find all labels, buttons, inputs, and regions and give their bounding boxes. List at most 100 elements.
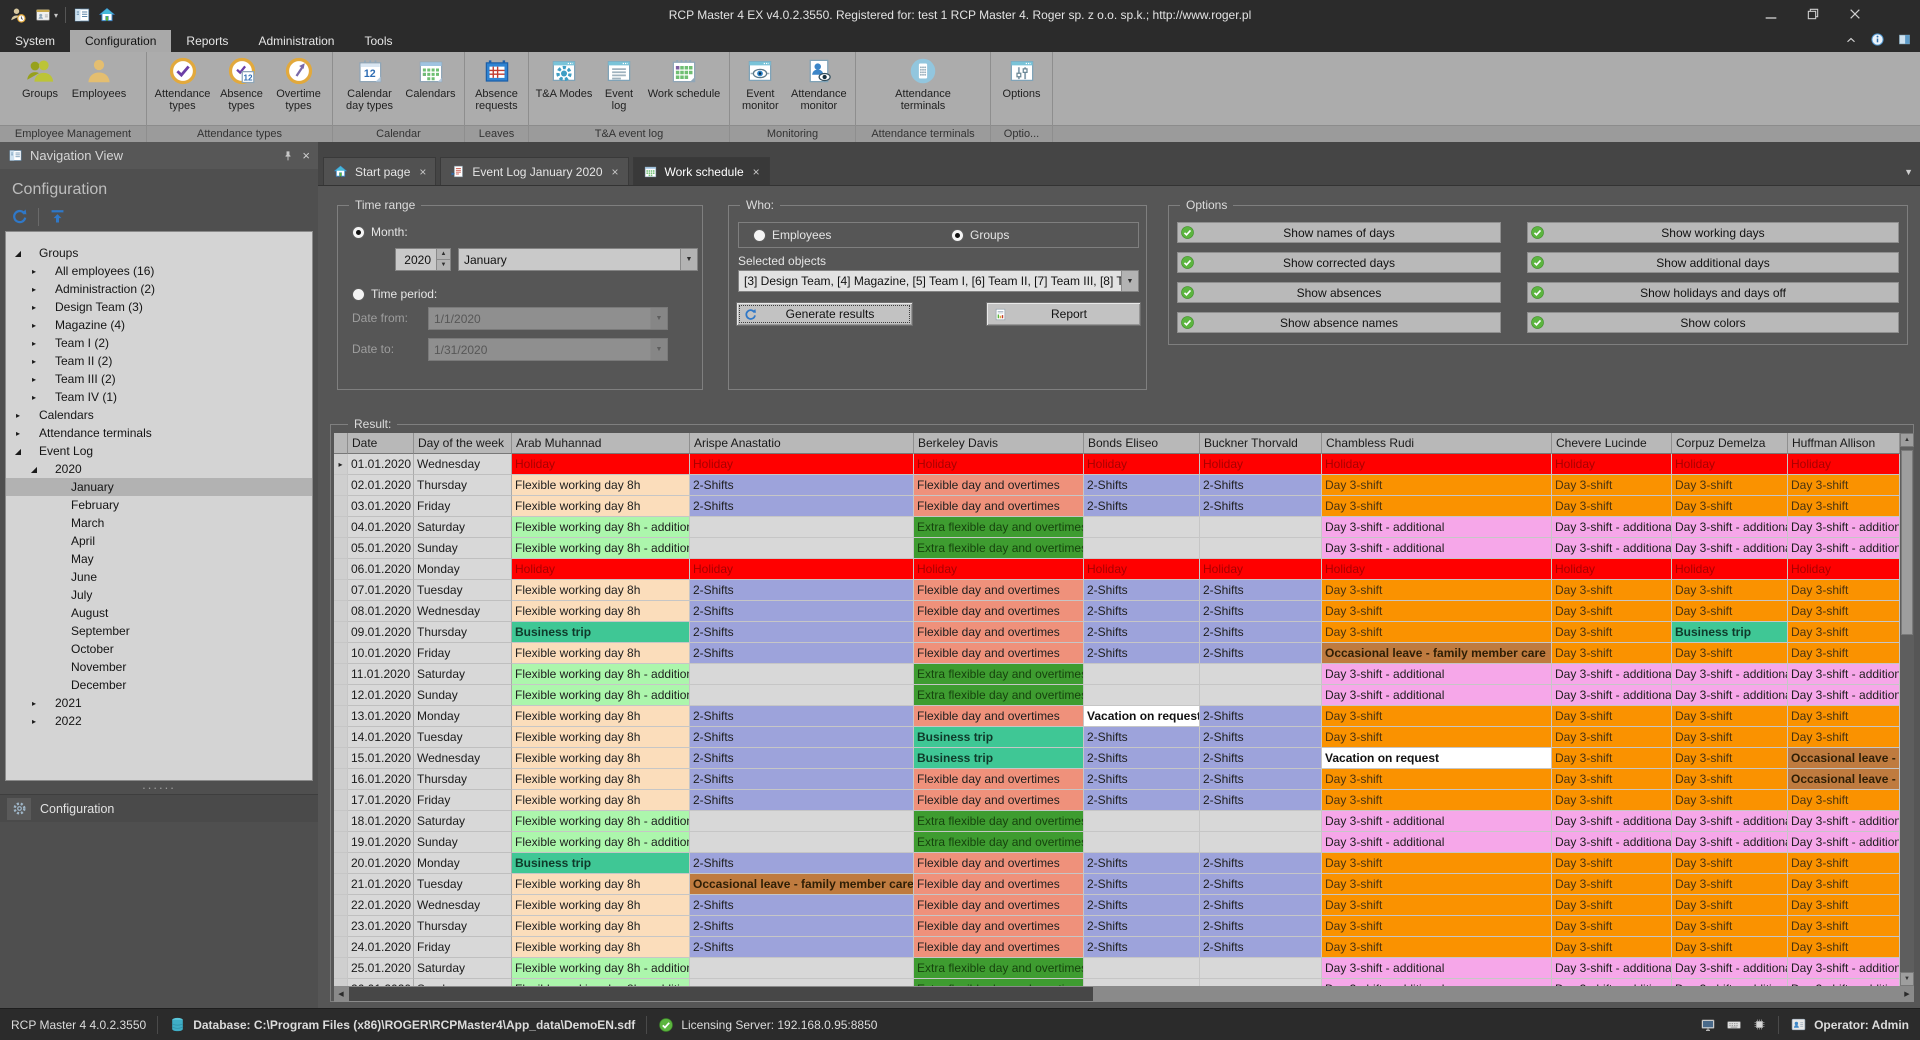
time-period-radio[interactable] — [352, 288, 365, 301]
schedule-cell[interactable]: 2-Shifts — [690, 496, 914, 517]
tree-expand-icon[interactable]: ▸ — [28, 699, 40, 708]
schedule-cell[interactable]: Flexible working day 8h - additional — [512, 811, 690, 832]
horizontal-scroll-thumb[interactable] — [349, 987, 1093, 1001]
tree-expand-icon[interactable]: ▸ — [28, 321, 40, 330]
schedule-cell[interactable] — [1200, 979, 1322, 986]
schedule-cell[interactable] — [690, 958, 914, 979]
schedule-cell[interactable]: Flexible day and overtimes — [914, 622, 1084, 643]
ribbon-item-absence-requests[interactable]: Absence requests — [469, 56, 524, 113]
schedule-cell[interactable] — [690, 664, 914, 685]
ribbon-item-attendance-types[interactable]: Attendance types — [152, 56, 214, 113]
schedule-cell[interactable]: Extra flexible day and overtimes — [914, 811, 1084, 832]
day-cell[interactable]: Sunday — [414, 832, 512, 853]
row-marker[interactable]: ▸ — [334, 454, 348, 475]
row-marker[interactable] — [334, 811, 348, 832]
tree-item-team-ii-2[interactable]: ▸Team II (2) — [6, 352, 312, 370]
ribbon-item-employees[interactable]: Employees — [66, 56, 132, 100]
schedule-cell[interactable]: Day 3-shift — [1552, 937, 1672, 958]
schedule-cell[interactable]: Day 3-shift — [1552, 601, 1672, 622]
schedule-cell[interactable]: Day 3-shift — [1322, 475, 1552, 496]
generate-results-button[interactable]: Generate results — [736, 302, 913, 326]
row-marker[interactable] — [334, 979, 348, 986]
tree-item-november[interactable]: November — [6, 658, 312, 676]
tree-expand-icon[interactable]: ▸ — [28, 285, 40, 294]
schedule-cell[interactable]: Day 3-shift — [1672, 706, 1788, 727]
schedule-cell[interactable]: Day 3-shift — [1552, 748, 1672, 769]
schedule-cell[interactable]: Day 3-shift — [1788, 916, 1900, 937]
scroll-right-icon[interactable]: ▶ — [1900, 987, 1914, 1001]
schedule-cell[interactable]: Day 3-shift - additional — [1552, 958, 1672, 979]
row-marker[interactable] — [334, 832, 348, 853]
schedule-cell[interactable]: 2-Shifts — [690, 601, 914, 622]
date-cell[interactable]: 03.01.2020 — [348, 496, 414, 517]
schedule-cell[interactable]: Day 3-shift — [1672, 727, 1788, 748]
date-cell[interactable]: 12.01.2020 — [348, 685, 414, 706]
schedule-cell[interactable]: 2-Shifts — [1084, 580, 1200, 601]
schedule-cell[interactable]: Flexible day and overtimes — [914, 853, 1084, 874]
date-cell[interactable]: 17.01.2020 — [348, 790, 414, 811]
schedule-cell[interactable]: Flexible working day 8h - additional — [512, 517, 690, 538]
schedule-cell[interactable]: Extra flexible day and overtimes — [914, 832, 1084, 853]
schedule-cell[interactable]: 2-Shifts — [1084, 727, 1200, 748]
schedule-cell[interactable]: Day 3-shift — [1322, 937, 1552, 958]
schedule-cell[interactable] — [1084, 685, 1200, 706]
schedule-cell[interactable]: 2-Shifts — [690, 916, 914, 937]
schedule-cell[interactable]: Day 3-shift - additional — [1552, 685, 1672, 706]
schedule-cell[interactable]: Flexible working day 8h — [512, 706, 690, 727]
tree-item-february[interactable]: February — [6, 496, 312, 514]
schedule-cell[interactable]: Flexible working day 8h — [512, 496, 690, 517]
tree-item-may[interactable]: May — [6, 550, 312, 568]
column-header-huffman-allison[interactable]: Huffman Allison — [1788, 433, 1900, 454]
schedule-cell[interactable]: 2-Shifts — [690, 580, 914, 601]
tree-expand-icon[interactable]: ▸ — [28, 717, 40, 726]
schedule-cell[interactable]: 2-Shifts — [690, 769, 914, 790]
schedule-cell[interactable]: Day 3-shift — [1322, 580, 1552, 601]
tab-event-log-january-2020[interactable]: Event Log January 2020× — [440, 157, 628, 185]
schedule-cell[interactable]: Occasional leave - family member care — [1322, 643, 1552, 664]
schedule-cell[interactable]: Holiday — [512, 454, 690, 475]
row-marker[interactable] — [334, 580, 348, 601]
row-marker[interactable] — [334, 685, 348, 706]
schedule-cell[interactable]: Business trip — [914, 727, 1084, 748]
scroll-down-icon[interactable]: ▼ — [1900, 972, 1914, 986]
schedule-cell[interactable] — [690, 517, 914, 538]
schedule-cell[interactable]: Day 3-shift - additional — [1788, 664, 1900, 685]
schedule-cell[interactable]: 2-Shifts — [1084, 622, 1200, 643]
schedule-cell[interactable]: Day 3-shift — [1672, 748, 1788, 769]
schedule-cell[interactable] — [690, 685, 914, 706]
schedule-cell[interactable]: Flexible working day 8h — [512, 475, 690, 496]
option-toggle-show-absences[interactable]: Show absences — [1177, 282, 1501, 303]
tree-item-april[interactable]: April — [6, 532, 312, 550]
schedule-cell[interactable]: 2-Shifts — [1084, 475, 1200, 496]
tree-expand-icon[interactable]: ▸ — [28, 357, 40, 366]
schedule-cell[interactable]: 2-Shifts — [1200, 895, 1322, 916]
schedule-cell[interactable]: Day 3-shift — [1672, 874, 1788, 895]
day-cell[interactable]: Friday — [414, 937, 512, 958]
tree-expand-icon[interactable]: ▸ — [28, 339, 40, 348]
schedule-cell[interactable]: 2-Shifts — [1084, 916, 1200, 937]
day-cell[interactable]: Thursday — [414, 622, 512, 643]
date-cell[interactable]: 26.01.2020 — [348, 979, 414, 986]
schedule-cell[interactable]: 2-Shifts — [690, 706, 914, 727]
schedule-cell[interactable]: Day 3-shift — [1788, 853, 1900, 874]
day-cell[interactable]: Wednesday — [414, 601, 512, 622]
schedule-cell[interactable]: Day 3-shift - additional — [1552, 664, 1672, 685]
schedule-cell[interactable]: Day 3-shift — [1322, 853, 1552, 874]
schedule-cell[interactable]: 2-Shifts — [1084, 790, 1200, 811]
user-clock-icon[interactable] — [9, 6, 27, 24]
schedule-cell[interactable] — [1200, 811, 1322, 832]
schedule-cell[interactable] — [1200, 517, 1322, 538]
ribbon-item-calendars[interactable]: Calendars — [402, 56, 460, 100]
schedule-cell[interactable]: Flexible working day 8h — [512, 937, 690, 958]
schedule-cell[interactable] — [1200, 958, 1322, 979]
row-marker[interactable] — [334, 664, 348, 685]
month-radio[interactable] — [352, 226, 365, 239]
checkbox-checked-icon[interactable] — [1180, 225, 1195, 240]
schedule-cell[interactable]: Flexible working day 8h - additional — [512, 664, 690, 685]
row-marker[interactable] — [334, 748, 348, 769]
schedule-cell[interactable]: Day 3-shift - additional — [1322, 811, 1552, 832]
schedule-cell[interactable]: 2-Shifts — [1200, 769, 1322, 790]
schedule-cell[interactable]: Day 3-shift — [1552, 874, 1672, 895]
schedule-cell[interactable]: Holiday — [1672, 559, 1788, 580]
date-cell[interactable]: 16.01.2020 — [348, 769, 414, 790]
